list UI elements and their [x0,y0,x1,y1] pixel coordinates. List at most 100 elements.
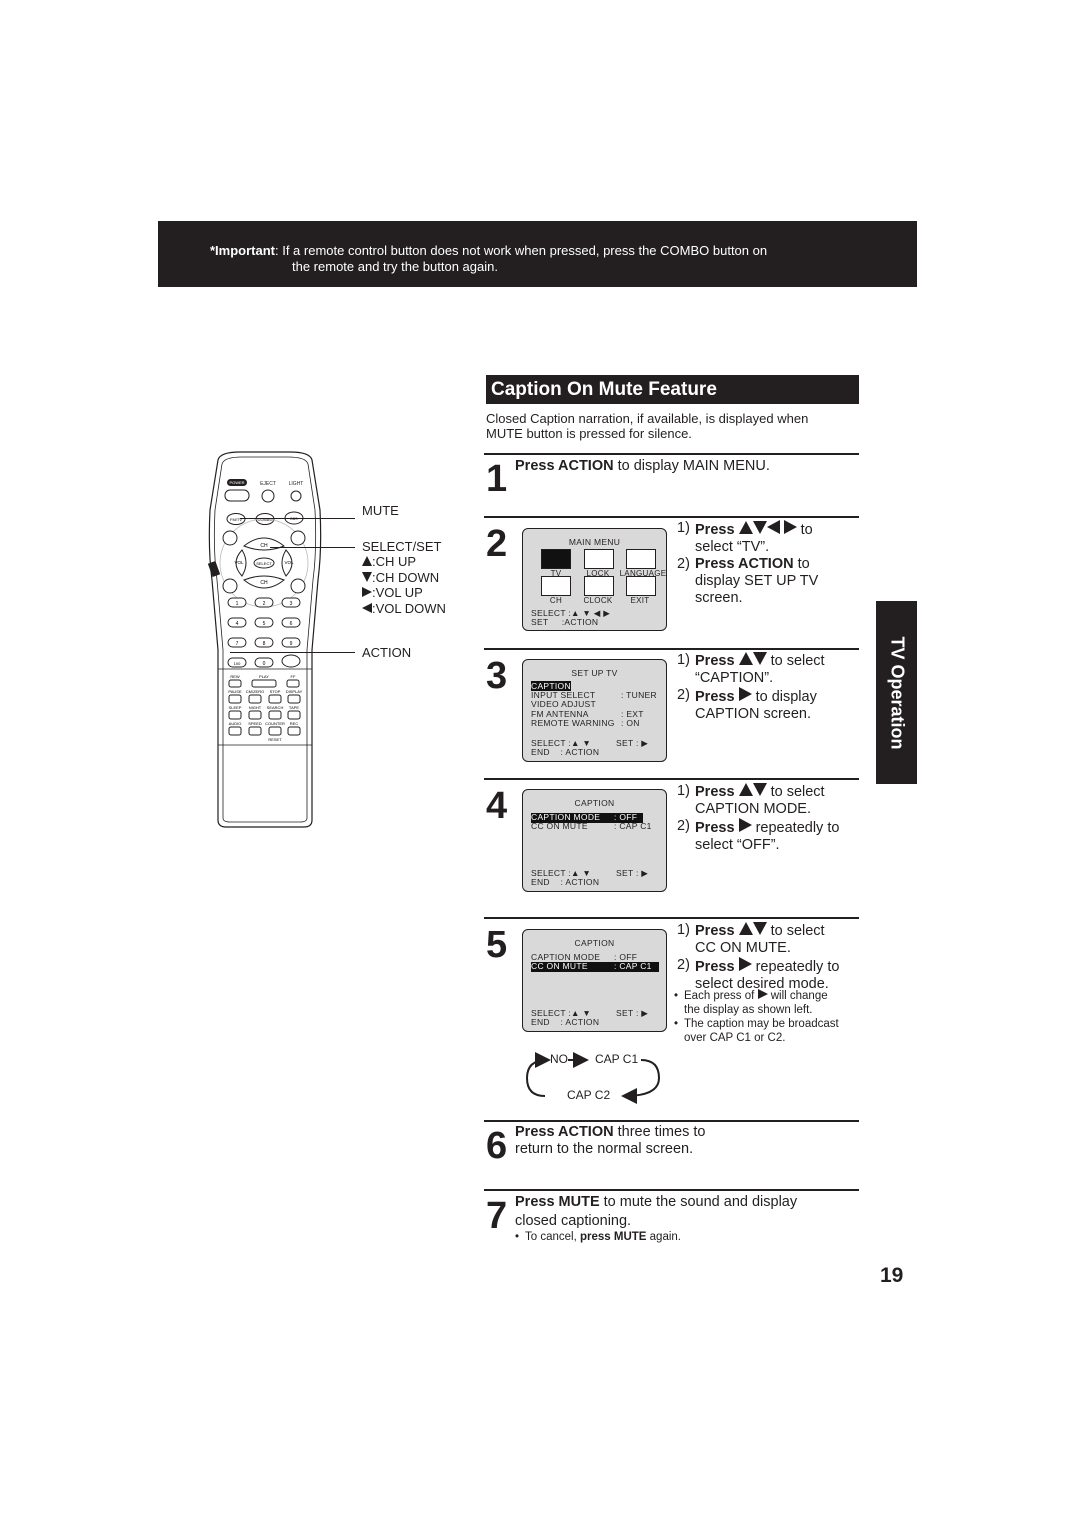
osd-row-label: REMOTE WARNING [531,718,615,728]
osd-footer-set: SET : ▶ [616,738,649,748]
section-intro: Closed Caption narration, if available, … [486,411,866,441]
svg-text:3: 3 [290,601,293,607]
osd-row-value: : TUNER [621,690,657,700]
callout-ch-down: :CH DOWN [362,570,439,585]
svg-text:PLAY: PLAY [259,674,269,679]
osd-setup-tv: SET UP TV CAPTION INPUT SELECT : TUNER V… [522,659,667,762]
side-tab-label: TV Operation [887,635,907,750]
divider [484,648,859,650]
svg-text:9: 9 [290,641,293,647]
divider [484,1189,859,1191]
antenna-menu-icon [541,576,571,596]
osd-footer-set: SET : ▶ [616,868,649,878]
svg-text:AUDIO: AUDIO [229,721,242,726]
svg-text:VOL: VOL [234,560,244,565]
svg-text:SLEEP: SLEEP [229,705,242,710]
power-label: POWER [229,480,244,485]
osd-cc-on-mute: CAPTION CAPTION MODE : OFF CC ON MUTE: C… [522,929,667,1032]
svg-text:4: 4 [236,621,239,627]
osd-title: CAPTION [574,938,615,948]
step-3-instructions: 1) Press to select “CAPTION”. 2) Press to … [677,652,825,722]
osd-main-menu: MAIN MENU TV LOCK LANGUAGE CH CLOCK EXIT… [522,528,667,631]
svg-text:5: 5 [263,621,266,627]
mute-leader-line [240,518,355,519]
osd-caption-mode: CAPTION CAPTION MODE: OFF CC ON MUTE : C… [522,789,667,892]
left-arrow-icon [362,603,372,613]
svg-text:2: 2 [263,601,266,607]
osd-title: SET UP TV [571,668,618,678]
svg-text:COUNTER: COUNTER [265,721,285,726]
step-number: 5 [486,924,508,966]
mute-button [222,530,238,546]
menu-item-ch: CH [549,596,563,605]
osd-row-highlighted: CC ON MUTE: CAP C1 [531,961,659,972]
step-2-instructions: 1) Press to select “TV”. 2) Press ACTION t… [677,520,819,606]
callout-vol-up: :VOL UP [362,585,423,600]
up-arrow-icon [738,652,753,665]
lock-menu-icon [584,549,614,569]
svg-text:100: 100 [234,661,241,666]
svg-text:REW: REW [230,674,240,679]
svg-text:8: 8 [263,641,266,647]
language-menu-icon [626,549,656,569]
right-arrow-icon [738,818,752,832]
tv-menu-icon [541,549,571,569]
step-5-instructions: 1) Press to select CC ON MUTE. 2) Press re… [677,922,840,992]
step-number: 3 [486,655,508,697]
important-line-1: *Important: If a remote control button d… [210,243,767,259]
clock-menu-icon [584,576,614,596]
svg-text:CM/ZERO: CM/ZERO [246,689,264,694]
svg-text:DISPLAY: DISPLAY [286,689,303,694]
svg-text:SELECT: SELECT [256,561,272,566]
important-label: *Important [210,243,275,258]
svg-text:STOP: STOP [270,689,281,694]
step-number: 4 [486,785,508,827]
cc-mode-cycle-diagram: NO CAP C1 CAP C2 [525,1050,665,1110]
callout-ch-up: :CH UP [362,554,416,569]
step-number: 7 [486,1195,508,1237]
cycle-option-cap-c1: CAP C1 [595,1052,639,1066]
step-number: 1 [486,458,508,500]
important-notice: *Important: If a remote control button d… [158,221,917,287]
down-arrow-icon [752,652,767,665]
svg-text:LIGHT: LIGHT [289,481,304,487]
divider [484,917,859,919]
menu-item-exit: EXIT [630,596,650,605]
down-arrow-icon [752,783,767,796]
intro-line-2: MUTE button is pressed for silence. [486,426,692,441]
osd-row-label: CC ON MUTE [531,821,588,831]
svg-text:0: 0 [263,661,266,667]
important-text: : If a remote control button does not wo… [275,243,768,258]
osd-title: CAPTION [574,798,615,808]
svg-text:CH: CH [260,543,268,549]
step-number: 6 [486,1125,508,1167]
step-7-text: Press MUTE to mute the sound and display… [515,1194,798,1229]
section-title: Caption On Mute Feature [486,375,859,404]
callout-mute: MUTE [362,503,399,518]
menu-item-clock: CLOCK [583,596,613,605]
left-arrow-icon [766,520,780,534]
osd-footer-set: SET :ACTION [531,617,599,627]
light-button [290,490,302,502]
svg-text:PAUSE: PAUSE [228,689,242,694]
callout-select-set: SELECT/SET [362,539,442,554]
svg-text:VOL: VOL [284,560,294,565]
exit-menu-icon [626,576,656,596]
svg-text:SEARCH: SEARCH [267,705,284,710]
step-7-note: • To cancel, press MUTE again. [515,1231,681,1243]
eject-button [261,489,275,503]
page-number: 19 [880,1264,904,1287]
section-side-tab: TV Operation [876,601,917,784]
svg-text:FF: FF [291,674,296,679]
svg-text:1: 1 [236,601,239,607]
svg-text:RESET: RESET [268,737,282,742]
down-arrow-icon [752,521,767,534]
osd-footer-end: END : ACTION [531,877,600,887]
select-leader-line [270,547,355,548]
right-arrow-icon [738,687,752,701]
osd-footer-end: END : ACTION [531,747,600,757]
right-arrow-icon [757,989,768,999]
svg-text:REC: REC [290,721,299,726]
svg-text:7: 7 [236,641,239,647]
up-arrow-icon [738,922,753,935]
